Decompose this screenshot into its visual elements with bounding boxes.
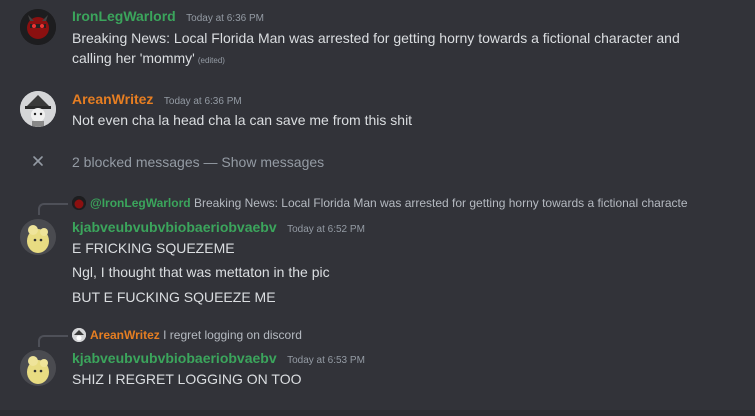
separator: — (203, 154, 218, 170)
timestamp[interactable]: Today at 6:53 PM (287, 355, 365, 366)
message-line: calling her 'mommy' (72, 50, 195, 66)
message-line: E FRICKING SQUEZEME (72, 240, 235, 256)
reply-snippet: Breaking News: Local Florida Man was arr… (193, 196, 688, 210)
areanwritez-avatar[interactable] (20, 91, 56, 127)
blocked-count-text: 2 blocked messages (72, 154, 200, 170)
username-ironlegwarlord[interactable]: IronLegWarlord (72, 8, 176, 24)
message-line: Not even cha la head cha la can save me … (72, 112, 413, 128)
message-header: IronLegWarlord Today at 6:36 PM (72, 8, 264, 26)
reply-avatar-ironlegwarlord[interactable] (72, 196, 86, 210)
close-icon[interactable] (31, 154, 45, 168)
reply-preview[interactable]: @IronLegWarlord Breaking News: Local Flo… (90, 196, 710, 210)
message-line: Breaking News: Local Florida Man was arr… (72, 30, 680, 46)
kjab-avatar[interactable] (20, 219, 56, 255)
blocked-messages-notice: 2 blocked messages — Show messages (72, 154, 324, 170)
message-header: AreanWritez Today at 6:36 PM (72, 91, 242, 109)
dark-red-mask-avatar-icon (20, 9, 56, 45)
reply-mention[interactable]: @IronLegWarlord (90, 196, 191, 210)
message-header: kjabveubvubvbiobaeriobvaebv Today at 6:5… (72, 219, 365, 237)
timestamp[interactable]: Today at 6:36 PM (186, 13, 264, 24)
yellow-creature-avatar-icon (20, 219, 56, 255)
reply-preview[interactable]: AreanWritez I regret logging on discord (90, 328, 710, 342)
reply-connector (38, 335, 68, 347)
kjab-avatar[interactable] (20, 350, 56, 386)
show-messages-link[interactable]: Show messages (221, 154, 324, 170)
reply-connector (38, 203, 68, 215)
yellow-creature-avatar-icon (20, 350, 56, 386)
message-line: BUT E FUCKING SQUEEZE ME (72, 289, 276, 305)
ironlegwarlord-avatar[interactable] (20, 9, 56, 45)
timestamp[interactable]: Today at 6:36 PM (164, 96, 242, 107)
username-kjab[interactable]: kjabveubvubvbiobaeriobvaebv (72, 219, 277, 235)
grey-wizard-avatar-icon (20, 91, 56, 127)
reply-snippet: I regret logging on discord (163, 328, 302, 342)
reply-mention[interactable]: AreanWritez (90, 328, 160, 342)
message-line: SHIZ I REGRET LOGGING ON TOO (72, 371, 302, 387)
timestamp[interactable]: Today at 6:52 PM (287, 224, 365, 235)
message-line: Ngl, I thought that was mettaton in the … (72, 264, 330, 280)
bottom-divider (0, 410, 755, 416)
edited-tag: (edited) (197, 56, 225, 65)
message-line-container: calling her 'mommy' (edited) (72, 50, 225, 68)
username-kjab[interactable]: kjabveubvubvbiobaeriobvaebv (72, 350, 277, 366)
username-areanwritez[interactable]: AreanWritez (72, 91, 153, 107)
message-header: kjabveubvubvbiobaeriobvaebv Today at 6:5… (72, 350, 365, 368)
reply-avatar-areanwritez[interactable] (72, 328, 86, 342)
